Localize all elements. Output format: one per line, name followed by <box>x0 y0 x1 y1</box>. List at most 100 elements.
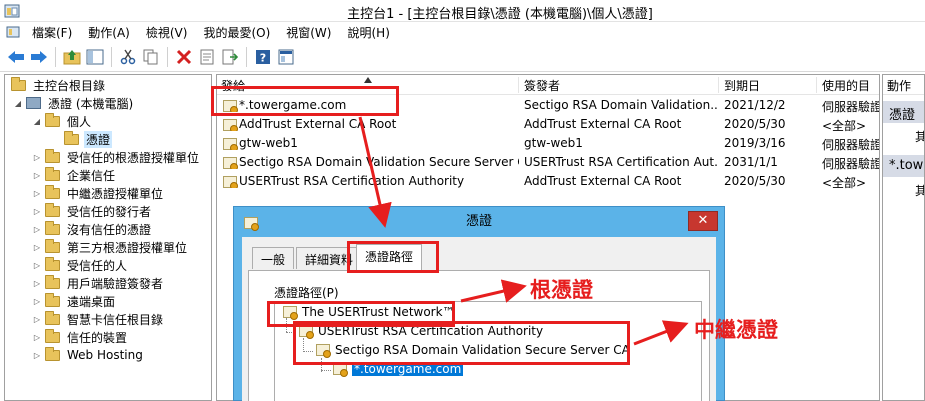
cell-issued-by: gtw-web1 <box>524 136 583 150</box>
highlight-certification-path-tab <box>347 241 439 273</box>
view-icon[interactable] <box>276 47 296 67</box>
cell-expiration: 2021/12/2 <box>724 98 786 112</box>
properties-icon[interactable] <box>197 47 217 67</box>
close-button[interactable]: ✕ <box>688 211 718 231</box>
folder-icon <box>45 274 60 289</box>
collapsed-arrow-icon[interactable]: ▷ <box>32 189 42 198</box>
tree-certificates-store[interactable]: ◢ 憑證 (本機電腦) <box>13 94 135 112</box>
table-row[interactable]: USERTrust RSA Certification Authority Add… <box>217 172 879 191</box>
folder-icon <box>45 148 60 163</box>
tree-folder-item[interactable]: ▷ 信任的裝置 <box>32 328 129 346</box>
export-icon[interactable] <box>220 47 240 67</box>
expanded-arrow-icon[interactable]: ◢ <box>32 117 42 126</box>
tree-folder-item[interactable]: ▷ 企業信任 <box>32 166 117 184</box>
cell-issued-to: Sectigo RSA Domain Validation Secure Ser… <box>239 155 519 169</box>
collapsed-arrow-icon[interactable]: ▷ <box>32 243 42 252</box>
cell-expiration: 2019/3/16 <box>724 136 786 150</box>
help-icon[interactable]: ? <box>253 47 273 67</box>
collapsed-arrow-icon[interactable]: ▷ <box>32 207 42 216</box>
cell-issued-to: gtw-web1 <box>239 136 298 150</box>
actions-more-item[interactable]: 其 <box>915 182 924 199</box>
toolbar-separator <box>111 46 112 67</box>
column-expiration[interactable]: 到期日 <box>720 77 817 93</box>
cell-purposes: 伺服器驗證 <box>822 157 880 171</box>
tree-folder-item[interactable]: ▷ 中繼憑證授權單位 <box>32 184 165 202</box>
tree-folder-item[interactable]: ▷ 受信任的根憑證授權單位 <box>32 148 201 166</box>
collapsed-arrow-icon[interactable]: ▷ <box>32 261 42 270</box>
console-tree: 主控台根目錄 ◢ 憑證 (本機電腦) ◢ 個人 憑證 ▷ 受信任的根憑證授權單位 ▷ 企業… <box>4 74 212 401</box>
collapsed-arrow-icon[interactable]: ▷ <box>32 333 42 342</box>
annotation-root-cert: 根憑證 <box>530 278 593 302</box>
tree-folder-item[interactable]: ▷ 遠端桌面 <box>32 292 117 310</box>
system-menu-icon[interactable] <box>6 25 20 39</box>
menu-view[interactable]: 檢視(V) <box>138 24 196 41</box>
tree-folder-item[interactable]: ▷ 沒有信任的憑證 <box>32 220 153 238</box>
folder-icon <box>45 202 60 217</box>
cell-purposes: 伺服器驗證 <box>822 100 880 114</box>
collapsed-arrow-icon[interactable]: ▷ <box>32 351 42 360</box>
certificate-icon <box>223 175 238 188</box>
cell-issued-by: USERTrust RSA Certification Aut... <box>524 155 718 169</box>
collapsed-arrow-icon[interactable]: ▷ <box>32 225 42 234</box>
menu-file[interactable]: 檔案(F) <box>24 24 80 41</box>
delete-icon[interactable] <box>174 47 194 67</box>
tree-folder-item[interactable]: ▷ 用戶端驗證簽發者 <box>32 274 165 292</box>
back-icon[interactable] <box>6 47 26 67</box>
tree-folder-item[interactable]: ▷ 受信任的人 <box>32 256 129 274</box>
folder-icon <box>45 166 60 181</box>
certificate-icon <box>223 118 238 131</box>
cell-issued-to: AddTrust External CA Root <box>239 117 397 131</box>
cell-expiration: 2020/5/30 <box>724 174 786 188</box>
toolbar-separator <box>246 46 247 67</box>
forward-icon[interactable] <box>29 47 49 67</box>
table-row[interactable]: AddTrust External CA Root AddTrust Extern… <box>217 115 879 134</box>
column-issued-by[interactable]: 簽發者 <box>520 77 719 93</box>
menu-window[interactable]: 視窗(W) <box>278 24 339 41</box>
tree-folder-item[interactable]: ▷ 第三方根憑證授權單位 <box>32 238 189 256</box>
column-intended-purposes[interactable]: 使用的目 <box>818 77 879 93</box>
tree-personal[interactable]: ◢ 個人 <box>32 112 93 130</box>
menu-action[interactable]: 動作(A) <box>80 24 138 41</box>
actions-pane: 動作 憑證 其 *.tower 其 <box>882 74 925 401</box>
cell-issued-by: AddTrust External CA Root <box>524 117 682 131</box>
actions-group-selected-cert[interactable]: *.tower <box>883 155 924 177</box>
collapsed-arrow-icon[interactable]: ▷ <box>32 279 42 288</box>
collapsed-arrow-icon[interactable]: ▷ <box>32 297 42 306</box>
show-hide-tree-icon[interactable] <box>85 47 105 67</box>
up-folder-icon[interactable] <box>62 47 82 67</box>
folder-icon <box>64 130 79 145</box>
dialog-title: 憑證 <box>465 214 492 229</box>
certification-path-label: 憑證路徑(P) <box>274 286 339 300</box>
computer-certificate-icon <box>26 97 41 109</box>
collapsed-arrow-icon[interactable]: ▷ <box>32 315 42 324</box>
tree-folder-item[interactable]: ▷ 智慧卡信任根目錄 <box>32 310 165 328</box>
tree-root[interactable]: 主控台根目錄 <box>11 76 107 94</box>
tree-personal-certificates[interactable]: 憑證 <box>64 130 113 148</box>
toolbar-separator <box>167 46 168 67</box>
actions-group-certificates[interactable]: 憑證 <box>883 101 924 123</box>
collapsed-arrow-icon[interactable]: ▷ <box>32 171 42 180</box>
copy-icon[interactable] <box>141 47 161 67</box>
toolbar: ? <box>0 42 925 72</box>
folder-icon <box>45 292 60 307</box>
menu-favorites[interactable]: 我的最愛(O) <box>195 24 278 41</box>
expanded-arrow-icon[interactable]: ◢ <box>13 99 23 108</box>
table-row[interactable]: Sectigo RSA Domain Validation Secure Ser… <box>217 153 880 172</box>
menu-help[interactable]: 說明(H) <box>339 24 397 41</box>
folder-icon <box>45 310 60 325</box>
tree-folder-item[interactable]: ▷ 受信任的發行者 <box>32 202 153 220</box>
certificate-icon <box>223 156 238 169</box>
tab-general[interactable]: 一般 <box>252 247 295 269</box>
cell-issued-by: AddTrust External CA Root <box>524 174 682 188</box>
table-row[interactable]: gtw-web1 gtw-web1 2019/3/16 伺服器驗證 <box>217 134 879 153</box>
menu-bar: 檔案(F) 動作(A) 檢視(V) 我的最愛(O) 視窗(W) 說明(H) <box>0 22 925 42</box>
actions-more-item[interactable]: 其 <box>915 128 924 145</box>
tree-folder-item[interactable]: ▷ Web Hosting <box>32 346 145 364</box>
folder-icon <box>45 328 60 343</box>
actions-header: 動作 <box>883 75 924 95</box>
highlight-intermediate-certificates <box>293 321 630 365</box>
annotation-intermediate-cert: 中繼憑證 <box>694 318 778 342</box>
collapsed-arrow-icon[interactable]: ▷ <box>32 153 42 162</box>
window-title: 主控台1 - [主控台根目錄\憑證 (本機電腦)\個人\憑證] <box>347 7 653 22</box>
cut-icon[interactable] <box>118 47 138 67</box>
